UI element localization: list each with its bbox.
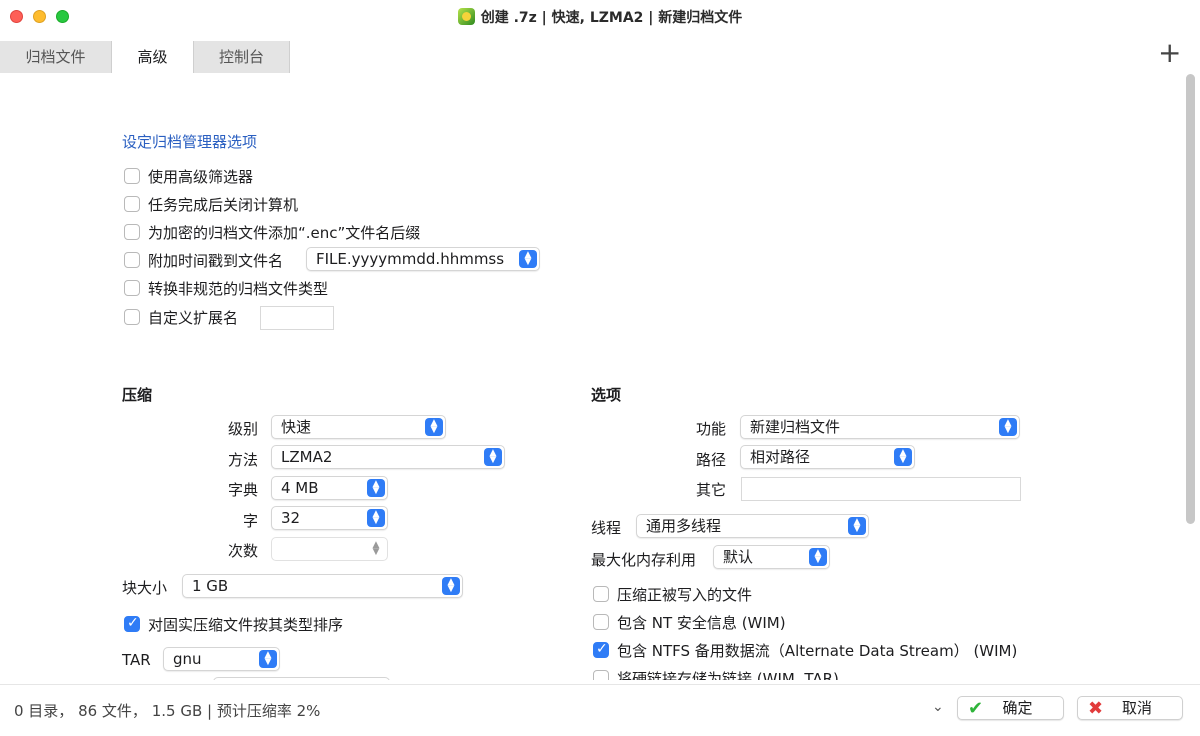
chevron-updown-icon: ▲ ▼ <box>484 448 502 466</box>
tar-format-value: gnu <box>173 650 202 668</box>
tar-label: TAR <box>122 651 151 669</box>
block-size-select[interactable]: 1 GB ▲ ▼ <box>182 574 463 598</box>
cancel-button[interactable]: ✖ 取消 <box>1077 696 1183 720</box>
compress-open-files-label: 压缩正被写入的文件 <box>617 586 753 604</box>
other-input[interactable] <box>741 477 1021 501</box>
chevron-down-icon[interactable]: ⌄ <box>932 699 944 715</box>
dictionary-select[interactable]: 4 MB ▲ ▼ <box>271 476 388 500</box>
append-timestamp-label: 附加时间戳到文件名 <box>148 252 284 270</box>
advanced-panel: 设定归档管理器选项 使用高级筛选器 任务完成后关闭计算机 为加密的归档文件添加“… <box>0 34 1184 680</box>
chevron-updown-icon: ▲ ▼ <box>519 250 537 268</box>
use-advanced-filter-checkbox[interactable] <box>124 168 140 184</box>
add-enc-extension-label: 为加密的归档文件添加“.enc”文件名后缀 <box>148 224 421 242</box>
chevron-updown-icon: ▲ ▼ <box>425 418 443 436</box>
passes-label: 次数 <box>227 542 258 560</box>
nt-security-checkbox[interactable] <box>593 614 609 630</box>
chevron-updown-icon: ▲ ▼ <box>894 448 912 466</box>
window-title: 创建 .7z | 快速, LZMA2 | 新建归档文件 <box>0 7 1200 27</box>
max-memory-label: 最大化内存利用 <box>591 551 697 569</box>
custom-extension-input[interactable] <box>260 306 334 330</box>
level-value: 快速 <box>281 418 312 436</box>
word-value: 32 <box>281 509 301 527</box>
threads-label: 线程 <box>591 519 622 537</box>
function-value: 新建归档文件 <box>750 418 841 436</box>
7zip-icon <box>457 8 475 25</box>
timestamp-format-value: FILE.yyyymmdd.hhmmss <box>316 250 505 268</box>
sort-solid-checkbox[interactable] <box>124 615 140 632</box>
method-select[interactable]: LZMA2 ▲ ▼ <box>271 445 505 469</box>
options-heading: 选项 <box>591 386 622 404</box>
convert-nonstandard-label: 转换非规范的归档文件类型 <box>148 280 329 298</box>
function-select[interactable]: 新建归档文件 ▲ ▼ <box>740 415 1020 439</box>
archiver-options-heading[interactable]: 设定归档管理器选项 <box>122 131 257 152</box>
chevron-updown-icon: ▲ ▼ <box>367 479 385 497</box>
shutdown-after-checkbox[interactable] <box>124 196 140 212</box>
block-size-value: 1 GB <box>192 577 229 595</box>
compress-open-files-checkbox[interactable] <box>593 586 609 602</box>
chevron-updown-icon: ▲ ▼ <box>848 517 866 535</box>
chevron-updown-icon: ▲ ▼ <box>809 548 827 566</box>
timestamp-format-select[interactable]: FILE.yyyymmdd.hhmmss ▲ ▼ <box>306 247 540 271</box>
chevron-updown-icon: ▲ ▼ <box>259 650 277 668</box>
hardlinks-checkbox[interactable] <box>593 670 609 680</box>
passes-stepper: ▲ ▼ <box>271 537 388 561</box>
path-select[interactable]: 相对路径 ▲ ▼ <box>740 445 915 469</box>
block-size-label: 块大小 <box>122 579 168 597</box>
convert-nonstandard-checkbox[interactable] <box>124 280 140 296</box>
add-enc-extension-checkbox[interactable] <box>124 224 140 240</box>
ok-button-label: 确定 <box>1002 699 1033 717</box>
chevron-updown-icon: ▲ ▼ <box>367 509 385 527</box>
max-memory-value: 默认 <box>723 548 754 566</box>
ok-button[interactable]: ✔ 确定 <box>957 696 1064 720</box>
method-value: LZMA2 <box>281 448 333 466</box>
title-bar: 创建 .7z | 快速, LZMA2 | 新建归档文件 <box>0 0 1200 34</box>
custom-extension-checkbox[interactable] <box>124 309 140 325</box>
threads-select[interactable]: 通用多线程 ▲ ▼ <box>636 514 869 538</box>
word-label: 字 <box>242 512 258 530</box>
method-label: 方法 <box>227 451 258 469</box>
other-label: 其它 <box>695 481 726 499</box>
ntfs-ads-label: 包含 NTFS 备用数据流（Alternate Data Stream） (WI… <box>617 642 1018 660</box>
ntfs-ads-checkbox[interactable] <box>593 641 609 658</box>
chevron-updown-icon: ▲ ▼ <box>442 577 460 595</box>
chevron-updown-icon: ▲ ▼ <box>999 418 1017 436</box>
window-title-text: 创建 .7z | 快速, LZMA2 | 新建归档文件 <box>480 10 743 26</box>
nt-security-label: 包含 NT 安全信息 (WIM) <box>617 614 786 632</box>
shutdown-after-label: 任务完成后关闭计算机 <box>148 196 299 214</box>
level-label: 级别 <box>227 420 258 438</box>
path-label: 路径 <box>695 451 726 469</box>
compression-heading: 压缩 <box>122 386 153 404</box>
function-label: 功能 <box>695 420 726 438</box>
sort-solid-label: 对固实压缩文件按其类型排序 <box>148 616 344 634</box>
max-memory-select[interactable]: 默认 ▲ ▼ <box>713 545 830 569</box>
hardlinks-label: 将硬链接存储为链接 (WIM, TAR) <box>617 670 839 680</box>
word-select[interactable]: 32 ▲ ▼ <box>271 506 388 530</box>
cancel-button-label: 取消 <box>1121 699 1152 717</box>
path-value: 相对路径 <box>750 448 811 466</box>
tar-format-select[interactable]: gnu ▲ ▼ <box>163 647 280 671</box>
use-advanced-filter-label: 使用高级筛选器 <box>148 168 254 186</box>
partial-hidden-select[interactable] <box>213 677 390 680</box>
custom-extension-label: 自定义扩展名 <box>148 309 239 327</box>
dictionary-label: 字典 <box>227 481 258 499</box>
dictionary-value: 4 MB <box>281 479 319 497</box>
threads-value: 通用多线程 <box>646 517 722 535</box>
stepper-icon: ▲ ▼ <box>372 540 380 557</box>
append-timestamp-checkbox[interactable] <box>124 252 140 268</box>
level-select[interactable]: 快速 ▲ ▼ <box>271 415 446 439</box>
scrollbar[interactable] <box>1186 74 1195 524</box>
status-text: 0 目录， 86 文件， 1.5 GB | 预计压缩率 2% <box>14 702 321 720</box>
